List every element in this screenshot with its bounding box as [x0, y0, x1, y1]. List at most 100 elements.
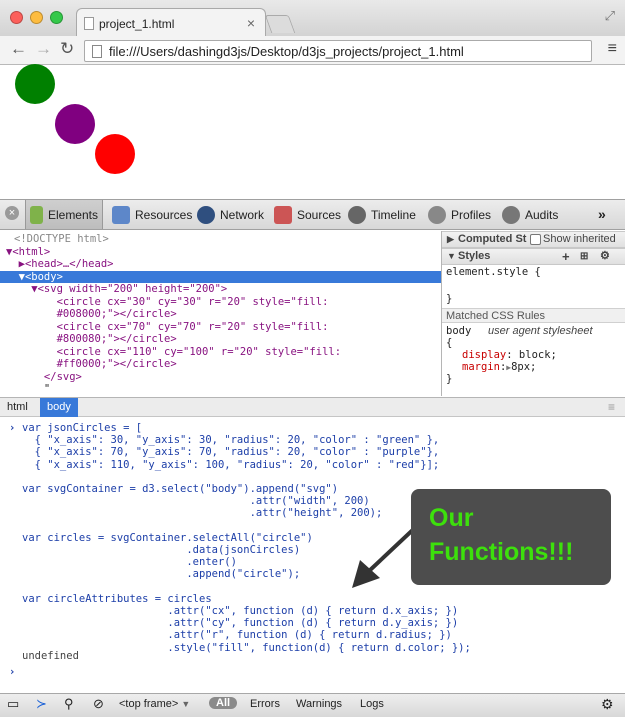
rule-open-brace: {	[446, 337, 453, 349]
element-style-rule[interactable]: element.style {	[446, 266, 541, 278]
profiles-icon	[428, 205, 446, 224]
dock-icon[interactable]: ▭	[7, 696, 19, 712]
menu-icon[interactable]: ≡	[608, 40, 617, 58]
expand-arrow-icon: ▶	[447, 234, 454, 244]
fullscreen-icon[interactable]: ⤢	[605, 8, 615, 24]
resources-icon	[112, 205, 130, 224]
clear-console-icon[interactable]: ⊘	[93, 696, 104, 712]
dom-node[interactable]: </svg>	[0, 371, 441, 384]
tab-label: Timeline	[371, 207, 416, 222]
console-result: undefined	[22, 650, 79, 662]
breadcrumb-body[interactable]: body	[40, 398, 78, 417]
dom-node[interactable]: <!DOCTYPE html>	[0, 233, 441, 246]
purple-circle	[55, 104, 95, 144]
close-window-button[interactable]	[10, 11, 23, 24]
console-code-line: .attr("height", 200);	[22, 507, 383, 520]
matched-rules-header: Matched CSS Rules	[442, 308, 625, 323]
tab-label: Network	[220, 207, 265, 222]
collapse-arrow-icon: ▼	[447, 251, 456, 261]
css-value: block;	[518, 349, 557, 361]
tab-label: Sources	[297, 207, 342, 222]
dom-node[interactable]: <circle cx="70" cy="70" r="20" style="fi…	[0, 321, 441, 334]
frame-selector[interactable]: <top frame> ▼	[119, 698, 190, 710]
zoom-window-button[interactable]	[50, 11, 63, 24]
input-prompt-icon[interactable]: ›	[9, 666, 15, 678]
dom-node[interactable]: ▶<head>…</head>	[0, 258, 441, 271]
console-code-line: .enter()	[22, 556, 237, 569]
console-code-line: var circleAttributes = circles	[22, 592, 212, 605]
tab-close-icon[interactable]: ×	[247, 15, 255, 31]
filter-errors-button[interactable]: Errors	[250, 698, 280, 710]
computed-style-header[interactable]: ▶ Computed St Show inherited	[442, 231, 625, 248]
elements-icon	[30, 205, 43, 224]
network-icon	[197, 205, 215, 224]
console-code-line: var circles = svgContainer.selectAll("ci…	[22, 531, 313, 544]
audits-icon	[502, 205, 520, 224]
prompt-chevron-icon: ›	[9, 422, 16, 434]
console-code-line: var jsonCircles = [	[22, 422, 143, 434]
dom-node[interactable]: <circle cx="110" cy="100" r="20" style="…	[0, 346, 441, 359]
gear-icon[interactable]: ⚙	[601, 696, 614, 713]
console-code-line: .data(jsonCircles)	[22, 544, 301, 556]
more-tabs-icon[interactable]: »	[598, 206, 606, 222]
filter-warnings-button[interactable]: Warnings	[296, 698, 342, 710]
dom-node[interactable]: #008000;"></circle>	[0, 308, 441, 321]
red-circle	[95, 134, 135, 174]
console-code-line: .style("fill", function(d) { return d.co…	[22, 641, 471, 654]
add-rule-icon[interactable]: +	[562, 249, 570, 264]
css-property: margin	[462, 361, 500, 373]
new-tab-button[interactable]	[264, 15, 296, 33]
console-code-line: var svgContainer = d3.select("body").app…	[22, 483, 339, 495]
tab-label: Profiles	[451, 207, 492, 222]
css-property: display	[462, 349, 507, 361]
rule-line-margin: margin:▶8px;	[462, 361, 537, 373]
sources-icon	[274, 205, 292, 224]
breadcrumb-html[interactable]: html	[0, 398, 35, 417]
page-viewport	[0, 64, 625, 198]
console-code-line: .attr("cx", function (d) { return d.x_ax…	[22, 605, 459, 617]
dom-node-selected[interactable]: ▼<body>	[0, 270, 441, 283]
tab-title: project_1.html	[99, 17, 175, 31]
tab-sources[interactable]: Sources	[270, 200, 345, 229]
browser-tab[interactable]: project_1.html ×	[76, 8, 266, 37]
timeline-icon	[348, 205, 366, 224]
page-icon	[84, 17, 94, 30]
rule-line-display: display: block;	[462, 349, 557, 361]
tab-elements[interactable]: Elements	[25, 200, 103, 229]
dom-node[interactable]: #ff0000;"></circle>	[0, 358, 441, 371]
filter-all-button[interactable]: All	[209, 697, 238, 709]
element-state-icon[interactable]: ⊞	[580, 249, 588, 264]
tab-network[interactable]: Network	[193, 200, 268, 229]
console-code-line: .append("circle");	[22, 568, 301, 581]
console-code-line: .attr("r", function (d) { return d.radiu…	[22, 629, 452, 642]
console-drawer-icon[interactable]: ≻	[36, 696, 47, 712]
green-circle	[15, 64, 55, 104]
dom-node[interactable]: ▼<html>	[0, 246, 441, 259]
styles-header[interactable]: ▼ Styles + ⊞ ⚙	[442, 248, 625, 265]
rule-selector: body	[446, 325, 472, 337]
close-devtools-icon[interactable]: ×	[5, 206, 19, 220]
dom-text-node[interactable]: "	[0, 383, 441, 396]
computed-style-label: Computed St	[458, 233, 527, 245]
console-code-line: .attr("width", 200)	[22, 495, 370, 508]
tab-profiles[interactable]: Profiles	[424, 200, 495, 229]
gear-icon[interactable]: ⚙	[600, 249, 610, 264]
filter-logs-button[interactable]: Logs	[360, 698, 384, 710]
dom-node[interactable]: #800080;"></circle>	[0, 333, 441, 346]
dom-node[interactable]: ▼<svg width="200" height="200">	[0, 283, 441, 296]
minimize-window-button[interactable]	[30, 11, 43, 24]
rule-close-brace: }	[446, 373, 453, 385]
devtools-toolbar: × Elements Resources Network Sources Tim…	[0, 199, 625, 230]
tab-resources[interactable]: Resources	[108, 200, 196, 229]
tab-audits[interactable]: Audits	[498, 200, 562, 229]
tab-label: Resources	[135, 207, 193, 222]
tab-timeline[interactable]: Timeline	[344, 200, 420, 229]
drawer-handle-icon[interactable]: ≡	[608, 400, 615, 414]
styles-sidebar: ▶ Computed St Show inherited ▼ Styles + …	[441, 231, 625, 396]
dom-node[interactable]: <circle cx="30" cy="30" r="20" style="fi…	[0, 296, 441, 309]
callout-box: Our Functions!!!	[411, 489, 611, 585]
search-icon[interactable]: ⚲	[64, 696, 74, 712]
show-inherited-checkbox[interactable]	[530, 234, 541, 245]
console-code-line: .attr("cy", function (d) { return d.y_ax…	[22, 617, 459, 630]
frame-select-label: <top frame>	[119, 698, 179, 710]
